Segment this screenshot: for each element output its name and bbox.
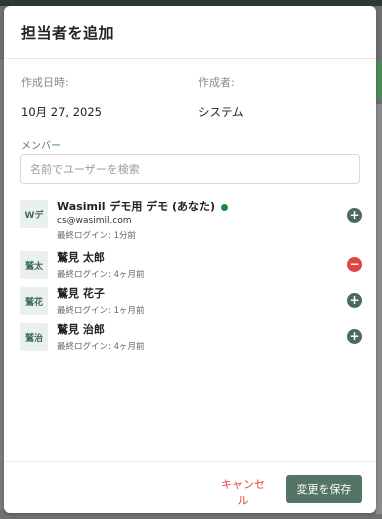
user-search-input[interactable] xyxy=(20,154,360,184)
dialog-meta: 作成日時: 10月 27, 2025 作成者: システム xyxy=(21,74,361,124)
member-name-row: Wasimil デモ用 デモ (あなた) xyxy=(57,200,229,214)
plus-icon: + xyxy=(349,293,360,307)
created-by-value: システム xyxy=(198,105,244,119)
plus-icon: + xyxy=(349,208,360,222)
add-assignee-dialog: 担当者を追加 作成日時: 10月 27, 2025 作成者: システム メンバー… xyxy=(4,6,376,513)
member-last-login: 最終ログイン: 1分前 xyxy=(57,231,136,241)
member-name: 鷲見 花子 xyxy=(57,287,105,300)
add-member-button[interactable]: + xyxy=(347,293,362,308)
member-list: Wデ Wasimil デモ用 デモ (あなた) cs@wasimil.com 最… xyxy=(20,200,362,352)
created-by-label: 作成者: xyxy=(198,76,235,89)
member-name: Wasimil デモ用 デモ (あなた) xyxy=(57,200,216,213)
created-at-group: 作成日時: 10月 27, 2025 xyxy=(21,74,102,120)
member-last-login: 最終ログイン: 4ヶ月前 xyxy=(57,342,145,352)
remove-member-button[interactable]: − xyxy=(347,257,362,272)
avatar: Wデ xyxy=(20,200,48,228)
plus-icon: + xyxy=(349,329,360,343)
member-name: 鷲見 治郎 xyxy=(57,323,105,336)
member-email: cs@wasimil.com xyxy=(57,216,132,226)
member-name: 鷲見 太郎 xyxy=(57,251,105,264)
member-info: 鷲見 治郎 最終ログイン: 4ヶ月前 xyxy=(57,323,144,352)
member-info: Wasimil デモ用 デモ (あなた) cs@wasimil.com 最終ログ… xyxy=(57,200,229,241)
member-last-login: 最終ログイン: 1ヶ月前 xyxy=(57,306,145,316)
created-at-label: 作成日時: xyxy=(21,76,69,89)
created-at-value: 10月 27, 2025 xyxy=(21,105,102,119)
dialog-title: 担当者を追加 xyxy=(21,23,115,42)
members-label: メンバー xyxy=(21,141,61,152)
member-info: 鷲見 花子 最終ログイン: 1ヶ月前 xyxy=(57,287,144,316)
footer-divider xyxy=(4,461,376,462)
online-status-dot xyxy=(221,203,229,211)
member-row-3: 鷲治 鷲見 治郎 最終ログイン: 4ヶ月前 + xyxy=(20,323,362,352)
member-row-1: 鷲太 鷲見 太郎 最終ログイン: 4ヶ月前 − xyxy=(20,251,362,280)
cancel-button[interactable]: キャンセル xyxy=(210,475,276,507)
dialog-header: 担当者を追加 xyxy=(4,6,376,59)
avatar: 鷲花 xyxy=(20,287,48,315)
avatar: 鷲治 xyxy=(20,323,48,351)
minus-icon: − xyxy=(349,257,360,271)
add-member-button[interactable]: + xyxy=(347,329,362,344)
save-changes-button[interactable]: 変更を保存 xyxy=(286,475,362,503)
add-member-button[interactable]: + xyxy=(347,208,362,223)
avatar: 鷲太 xyxy=(20,251,48,279)
background-page-right xyxy=(376,104,382,514)
member-row-0: Wデ Wasimil デモ用 デモ (あなた) cs@wasimil.com 最… xyxy=(20,200,362,244)
created-by-group: 作成者: システム xyxy=(198,74,244,120)
member-info: 鷲見 太郎 最終ログイン: 4ヶ月前 xyxy=(57,251,144,280)
member-row-2: 鷲花 鷲見 花子 最終ログイン: 1ヶ月前 + xyxy=(20,287,362,316)
member-last-login: 最終ログイン: 4ヶ月前 xyxy=(57,270,145,280)
